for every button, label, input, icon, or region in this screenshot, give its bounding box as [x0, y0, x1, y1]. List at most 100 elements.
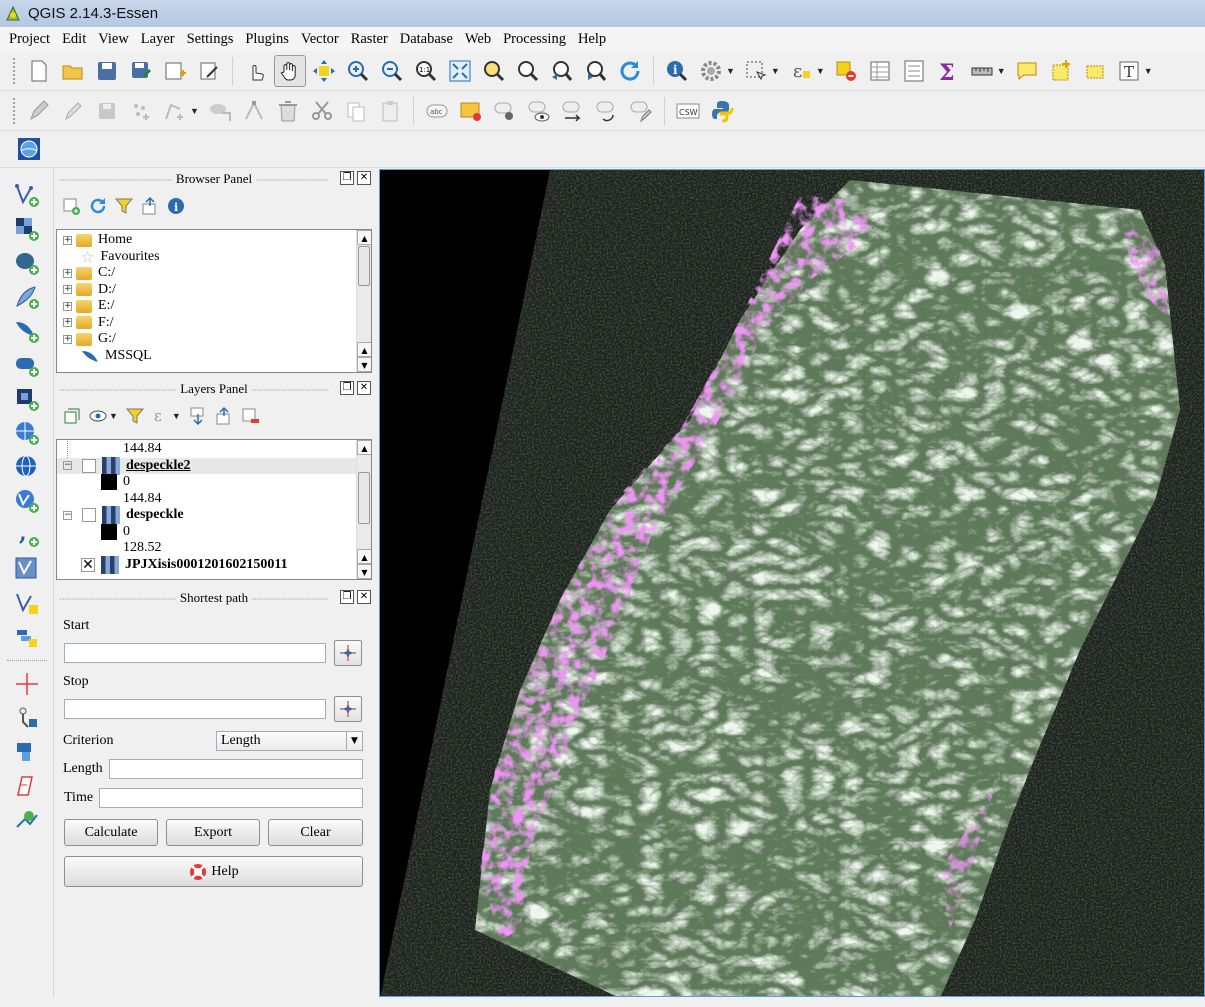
- chevron-down-icon[interactable]: ▼: [997, 66, 1006, 76]
- float-panel-button[interactable]: ❐: [340, 381, 354, 395]
- python-console-button[interactable]: [706, 95, 738, 127]
- tree-item-f-drive[interactable]: + F:/: [57, 315, 371, 332]
- add-wcs-layer-button[interactable]: [11, 451, 43, 483]
- show-hide-labels-button[interactable]: [489, 95, 521, 127]
- add-db2-layer-button[interactable]: [11, 383, 43, 415]
- refresh-button[interactable]: [614, 55, 646, 87]
- filter-legend-button[interactable]: [122, 403, 148, 429]
- new-project-button[interactable]: [23, 55, 55, 87]
- save-as-button[interactable]: [125, 55, 157, 87]
- add-postgis-layer-button[interactable]: [11, 247, 43, 279]
- new-layer-button[interactable]: [11, 587, 43, 619]
- capture-start-point-button[interactable]: [334, 640, 362, 666]
- change-label-button[interactable]: [625, 95, 657, 127]
- expand-icon[interactable]: +: [63, 268, 72, 278]
- expand-icon[interactable]: +: [63, 318, 72, 328]
- touch-zoom-button[interactable]: [240, 55, 272, 87]
- chevron-down-icon[interactable]: ▼: [190, 106, 199, 116]
- layers-tree[interactable]: 144.84 − despeckle2 0 144.84 − despeckle 0…: [56, 439, 372, 580]
- new-bookmark-button[interactable]: [1045, 55, 1077, 87]
- zoom-to-selection-button[interactable]: [478, 55, 510, 87]
- preview-labels-button[interactable]: [523, 95, 555, 127]
- add-delimited-text-layer-button[interactable]: ,: [11, 519, 43, 551]
- close-panel-button[interactable]: ✕: [357, 381, 371, 395]
- manage-visibility-button[interactable]: [85, 403, 111, 429]
- add-mssql-layer-button[interactable]: [11, 315, 43, 347]
- add-group-button[interactable]: [59, 403, 85, 429]
- export-button[interactable]: Export: [166, 819, 260, 846]
- layer-labeling-options-button[interactable]: abc: [421, 95, 453, 127]
- tree-item-e-drive[interactable]: + E:/: [57, 298, 371, 315]
- help-button[interactable]: Help: [64, 856, 363, 887]
- chevron-down-icon[interactable]: ▼: [1144, 66, 1153, 76]
- composer-manager-button[interactable]: [193, 55, 225, 87]
- close-panel-button[interactable]: ✕: [357, 590, 371, 604]
- tree-item-mssql[interactable]: MSSQL: [57, 348, 371, 365]
- menu-web[interactable]: Web: [459, 31, 497, 48]
- scroll-up-icon[interactable]: ▲: [357, 230, 371, 245]
- layers-scrollbar[interactable]: ▲ ▲ ▼: [356, 440, 371, 579]
- collapse-all-button[interactable]: [137, 193, 163, 219]
- new-print-composer-button[interactable]: [159, 55, 191, 87]
- browser-tree[interactable]: + Home ☆ Favourites + C:/ + D:/ + E:/ + F:/ + G…: [56, 229, 372, 373]
- menu-vector[interactable]: Vector: [295, 31, 345, 48]
- text-annotation-button[interactable]: T: [1113, 55, 1145, 87]
- menu-plugins[interactable]: Plugins: [239, 31, 295, 48]
- chevron-down-icon[interactable]: ▼: [771, 66, 780, 76]
- zoom-in-button[interactable]: [342, 55, 374, 87]
- show-bookmarks-button[interactable]: [1079, 55, 1111, 87]
- zoom-to-layer-button[interactable]: [512, 55, 544, 87]
- stop-point-input[interactable]: [64, 699, 326, 719]
- select-by-expression-button[interactable]: ε: [785, 55, 817, 87]
- run-feature-action-button[interactable]: [695, 55, 727, 87]
- copy-features-button[interactable]: [340, 95, 372, 127]
- capture-stop-point-button[interactable]: [334, 696, 362, 722]
- zoom-next-button[interactable]: [580, 55, 612, 87]
- field-calculator-button[interactable]: [898, 55, 930, 87]
- tree-item-favourites[interactable]: ☆ Favourites: [57, 248, 371, 266]
- zoom-last-button[interactable]: [546, 55, 578, 87]
- scroll-down-icon[interactable]: ▼: [357, 564, 371, 579]
- add-spatialite-layer-button[interactable]: [11, 281, 43, 313]
- zoom-full-button[interactable]: [444, 55, 476, 87]
- time-output-field[interactable]: [99, 788, 363, 808]
- toolbar-grip[interactable]: [12, 96, 16, 125]
- chevron-down-icon[interactable]: ▼: [816, 66, 825, 76]
- remove-layer-button[interactable]: [237, 403, 263, 429]
- identify-features-button[interactable]: i: [661, 55, 693, 87]
- expand-icon[interactable]: +: [63, 301, 72, 311]
- topology-checker-button[interactable]: [11, 770, 43, 802]
- scroll-thumb[interactable]: [358, 472, 370, 524]
- chevron-down-icon[interactable]: ▼: [726, 66, 735, 76]
- map-tips-button[interactable]: [1011, 55, 1043, 87]
- save-project-button[interactable]: [91, 55, 123, 87]
- layer-visibility-checkbox[interactable]: [82, 508, 96, 523]
- layer-row-despeckle2[interactable]: − despeckle2: [57, 456, 371, 475]
- open-attribute-table-button[interactable]: [864, 55, 896, 87]
- chevron-down-icon[interactable]: ▼: [172, 411, 181, 421]
- scroll-down-icon[interactable]: ▼: [357, 357, 371, 372]
- criterion-select[interactable]: Length ▼: [216, 731, 363, 751]
- collapse-icon[interactable]: −: [63, 461, 72, 471]
- save-layer-edits-button[interactable]: [91, 95, 123, 127]
- properties-button[interactable]: i: [163, 193, 189, 219]
- add-virtual-layer-button[interactable]: [11, 553, 43, 585]
- filter-by-expression-button[interactable]: ε: [148, 403, 174, 429]
- expand-icon[interactable]: +: [63, 235, 72, 245]
- add-wfs-layer-button[interactable]: [11, 485, 43, 517]
- scroll-up-icon[interactable]: ▲: [357, 440, 371, 455]
- add-wms-layer-button[interactable]: [11, 417, 43, 449]
- add-ogc-api-layer-button[interactable]: [11, 621, 43, 653]
- pin-labels-button[interactable]: [455, 95, 487, 127]
- tree-item-g-drive[interactable]: + G:/: [57, 331, 371, 348]
- zoom-native-button[interactable]: 1:1: [410, 55, 442, 87]
- open-project-button[interactable]: [57, 55, 89, 87]
- pan-to-selection-button[interactable]: [308, 55, 340, 87]
- collapse-icon[interactable]: −: [63, 510, 72, 520]
- browser-scrollbar[interactable]: ▲ ▲ ▼: [356, 230, 371, 372]
- layer-row-despeckle[interactable]: − despeckle: [57, 506, 371, 525]
- scroll-up-icon[interactable]: ▲: [357, 549, 371, 564]
- chevron-down-icon[interactable]: ▼: [346, 732, 362, 750]
- menu-raster[interactable]: Raster: [345, 31, 394, 48]
- float-panel-button[interactable]: ❐: [340, 171, 354, 185]
